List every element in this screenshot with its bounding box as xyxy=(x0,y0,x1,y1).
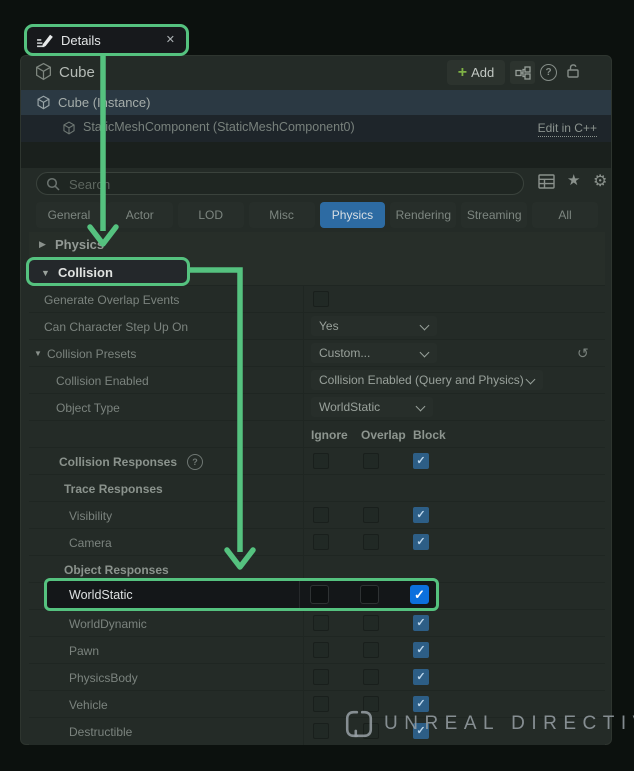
expanded-triangle-icon[interactable]: ▼ xyxy=(41,268,50,278)
open-blueprint-button[interactable] xyxy=(510,61,535,84)
row-response-column-headers: Ignore Overlap Block xyxy=(29,421,605,448)
row-pawn: Pawn ✓ xyxy=(29,637,605,664)
unreal-details-panel-screenshot: Cube + Add ? xyxy=(0,0,634,771)
plus-icon: + xyxy=(458,65,467,81)
expanded-triangle-icon[interactable]: ▼ xyxy=(34,349,42,358)
chevron-down-icon xyxy=(526,375,536,385)
vehicle-ignore-checkbox[interactable] xyxy=(313,696,329,712)
tree-label-component: StaticMeshComponent (StaticMeshComponent… xyxy=(83,120,355,134)
collision-responses-ignore-checkbox[interactable] xyxy=(313,453,329,469)
pawn-ignore-checkbox[interactable] xyxy=(313,642,329,658)
search-icon xyxy=(46,177,61,192)
row-collision-enabled: Collision Enabled Collision Enabled (Que… xyxy=(29,367,605,394)
cube-icon xyxy=(36,95,51,110)
physics-body-overlap-checkbox[interactable] xyxy=(363,669,379,685)
unreal-directive-watermark: UNREAL DIRECTIVE xyxy=(344,709,634,739)
favorites-star-icon[interactable]: ★ xyxy=(567,171,580,189)
can-character-step-up-on-dropdown[interactable]: Yes xyxy=(311,316,437,336)
destructible-ignore-checkbox[interactable] xyxy=(313,723,329,739)
camera-ignore-checkbox[interactable] xyxy=(313,534,329,550)
object-type-dropdown[interactable]: WorldStatic xyxy=(311,397,433,417)
collapsed-triangle-icon[interactable]: ▶ xyxy=(39,239,46,250)
row-collision-presets: ▼ Collision Presets Custom... ↺ xyxy=(29,340,605,367)
physics-body-ignore-checkbox[interactable] xyxy=(313,669,329,685)
check-icon: ✓ xyxy=(416,671,425,683)
camera-block-checkbox[interactable]: ✓ xyxy=(413,534,429,550)
details-tab-title: Details xyxy=(61,33,101,48)
collision-presets-dropdown[interactable]: Custom... xyxy=(311,343,437,363)
column-header-block: Block xyxy=(413,428,446,442)
search-input[interactable] xyxy=(67,174,501,195)
check-icon: ✓ xyxy=(416,536,425,548)
world-dynamic-overlap-checkbox[interactable] xyxy=(363,615,379,631)
generate-overlap-events-checkbox[interactable] xyxy=(313,291,329,307)
check-icon: ✓ xyxy=(416,455,425,467)
tab-physics[interactable]: Physics xyxy=(320,202,386,228)
check-icon: ✓ xyxy=(416,509,425,521)
details-pencil-icon xyxy=(36,33,54,49)
collision-properties: Generate Overlap Events Can Character St… xyxy=(29,286,605,745)
annotation-arrow-details-to-collision xyxy=(86,55,120,255)
world-static-overlap-checkbox[interactable] xyxy=(360,585,379,604)
tab-lod[interactable]: LOD xyxy=(178,202,244,228)
row-world-static: WorldStatic ✓ xyxy=(44,578,439,611)
collision-responses-overlap-checkbox[interactable] xyxy=(363,453,379,469)
row-visibility: Visibility ✓ xyxy=(29,502,605,529)
pawn-block-checkbox[interactable]: ✓ xyxy=(413,642,429,658)
world-dynamic-ignore-checkbox[interactable] xyxy=(313,615,329,631)
column-header-overlap: Overlap xyxy=(361,428,406,442)
filter-tabs: General Actor LOD Misc Physics Rendering… xyxy=(36,202,598,228)
camera-overlap-checkbox[interactable] xyxy=(363,534,379,550)
world-static-ignore-checkbox[interactable] xyxy=(310,585,329,604)
row-collision-responses: Collision Responses ? ✓ xyxy=(29,448,605,475)
edit-in-cpp-link[interactable]: Edit in C++ xyxy=(538,121,597,137)
chevron-down-icon xyxy=(420,321,430,331)
add-button[interactable]: + Add xyxy=(447,60,505,85)
tab-misc[interactable]: Misc xyxy=(249,202,315,228)
row-can-character-step-up-on: Can Character Step Up On Yes xyxy=(29,313,605,340)
check-icon: ✓ xyxy=(416,617,425,629)
row-physics-body: PhysicsBody ✓ xyxy=(29,664,605,691)
annotation-arrow-collision-to-worldstatic xyxy=(186,256,258,576)
column-header-ignore: Ignore xyxy=(311,428,348,442)
help-button[interactable]: ? xyxy=(540,64,557,81)
row-world-dynamic: WorldDynamic ✓ xyxy=(29,610,605,637)
tab-rendering[interactable]: Rendering xyxy=(390,202,456,228)
collision-enabled-dropdown[interactable]: Collision Enabled (Query and Physics) xyxy=(311,370,543,390)
row-trace-responses-header: Trace Responses xyxy=(29,475,605,502)
visibility-overlap-checkbox[interactable] xyxy=(363,507,379,523)
cube-icon xyxy=(34,62,53,81)
node-graph-icon xyxy=(515,66,531,80)
settings-gear-icon[interactable]: ⚙ xyxy=(593,171,607,191)
reset-to-default-icon[interactable]: ↺ xyxy=(577,345,589,362)
cube-icon xyxy=(62,121,76,135)
world-dynamic-block-checkbox[interactable]: ✓ xyxy=(413,615,429,631)
help-icon: ? xyxy=(545,67,551,78)
check-icon: ✓ xyxy=(416,644,425,656)
world-static-block-checkbox[interactable]: ✓ xyxy=(410,585,429,604)
physics-body-block-checkbox[interactable]: ✓ xyxy=(413,669,429,685)
category-collision[interactable]: ▼ Collision xyxy=(26,257,190,286)
pawn-overlap-checkbox[interactable] xyxy=(363,642,379,658)
details-tab[interactable]: Details ✕ xyxy=(24,24,189,56)
tab-streaming[interactable]: Streaming xyxy=(461,202,527,228)
unreal-directive-logo-icon xyxy=(344,709,374,739)
display-grid-icon[interactable] xyxy=(538,174,555,189)
tab-all[interactable]: All xyxy=(532,202,598,228)
chevron-down-icon xyxy=(420,348,430,358)
row-object-type: Object Type WorldStatic xyxy=(29,394,605,421)
check-icon: ✓ xyxy=(414,587,425,602)
close-icon[interactable]: ✕ xyxy=(166,33,175,46)
row-camera: Camera ✓ xyxy=(29,529,605,556)
collision-responses-block-checkbox[interactable]: ✓ xyxy=(413,453,429,469)
row-generate-overlap-events: Generate Overlap Events xyxy=(29,286,605,313)
chevron-down-icon xyxy=(416,402,426,412)
visibility-ignore-checkbox[interactable] xyxy=(313,507,329,523)
visibility-block-checkbox[interactable]: ✓ xyxy=(413,507,429,523)
unlock-icon[interactable] xyxy=(566,63,580,79)
